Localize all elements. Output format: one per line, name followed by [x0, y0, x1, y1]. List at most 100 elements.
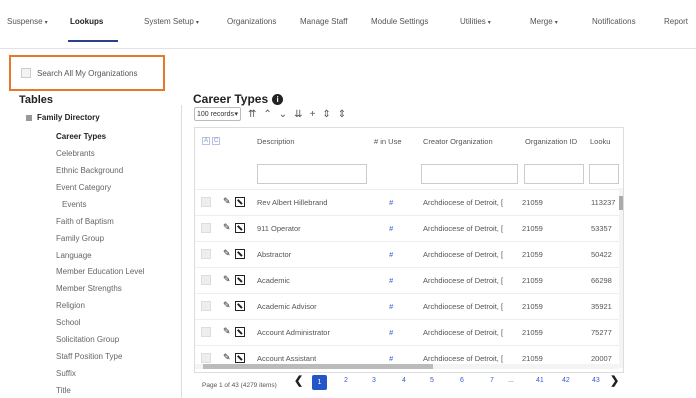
sidebar-item-member-education-level[interactable]: Member Education Level	[56, 267, 145, 276]
header-creator-org[interactable]: Creator Organization	[423, 137, 493, 146]
table-row[interactable]: ✎ Rev Albert Hillebrand # Archdiocese of…	[195, 189, 623, 215]
pencil-icon[interactable]: ✎	[223, 300, 231, 311]
scroll-thumb[interactable]	[203, 364, 433, 369]
header-lookup[interactable]: Looku	[590, 137, 610, 146]
pencil-icon[interactable]: ✎	[223, 326, 231, 337]
sidebar-item-events[interactable]: Events	[62, 200, 86, 209]
table-row[interactable]: ✎ 911 Operator # Archdiocese of Detroit,…	[195, 215, 623, 241]
delete-icon[interactable]	[235, 327, 245, 337]
table-row[interactable]: ✎ Abstractor # Archdiocese of Detroit, […	[195, 241, 623, 267]
sidebar-item-event-category[interactable]: Event Category	[56, 183, 111, 192]
nav-manage-staff[interactable]: Manage Staff	[300, 17, 347, 26]
page-5[interactable]: 5	[430, 377, 434, 384]
horizontal-scrollbar[interactable]	[195, 364, 619, 369]
sidebar-item-family-group[interactable]: Family Group	[56, 234, 104, 243]
header-in-use[interactable]: # in Use	[374, 137, 402, 146]
filter-lookup[interactable]	[589, 164, 619, 184]
header-description[interactable]: Description	[257, 137, 295, 146]
delete-icon[interactable]	[235, 249, 245, 259]
pager-summary: Page 1 of 43 (4279 items)	[202, 381, 277, 389]
sidebar-item-staff-position-type[interactable]: Staff Position Type	[56, 352, 122, 361]
grid-toolbar: 100 records ▾ ⇈ ⌃ ⌄ ⇊ + ⇕ ⇕	[194, 107, 346, 121]
filter-description[interactable]	[257, 164, 367, 184]
chevron-down-icon: ▾	[234, 111, 238, 118]
double-down-icon[interactable]: ⇊	[294, 109, 302, 120]
sidebar-item-title[interactable]: Title	[56, 386, 71, 395]
plus-icon[interactable]: +	[310, 109, 316, 120]
active-tab-indicator	[68, 40, 118, 42]
row-checkbox[interactable]	[201, 223, 211, 233]
delete-icon[interactable]	[235, 353, 245, 363]
delete-icon[interactable]	[235, 301, 245, 311]
search-all-orgs-toggle[interactable]: Search All My Organizations	[9, 55, 165, 91]
search-all-checkbox[interactable]	[21, 68, 31, 78]
row-checkbox[interactable]	[201, 275, 211, 285]
double-up-icon[interactable]: ⇈	[248, 109, 256, 120]
sort-icon[interactable]: ⇕	[322, 109, 330, 120]
sidebar-item-career-types[interactable]: Career Types	[56, 132, 106, 141]
page-7[interactable]: 7	[490, 377, 494, 384]
next-page-icon[interactable]: ❯	[610, 374, 619, 387]
nav-organizations[interactable]: Organizations	[227, 17, 276, 26]
page-42[interactable]: 42	[562, 377, 570, 384]
vertical-scrollbar[interactable]	[619, 188, 623, 368]
sidebar-item-celebrants[interactable]: Celebrants	[56, 149, 95, 158]
page-4[interactable]: 4	[402, 377, 406, 384]
scroll-thumb[interactable]	[619, 196, 623, 210]
table-row[interactable]: ✎ Academic # Archdiocese of Detroit, [ 2…	[195, 267, 623, 293]
table-row[interactable]: ✎ Account Administrator # Archdiocese of…	[195, 319, 623, 345]
nav-system-setup[interactable]: System Setup ▾	[144, 17, 199, 26]
sidebar-group-family-directory[interactable]: Family Directory	[26, 113, 100, 122]
prev-page-icon[interactable]: ❮	[294, 374, 303, 387]
delete-icon[interactable]	[235, 197, 245, 207]
collapse-icon[interactable]	[26, 114, 32, 121]
nav-merge[interactable]: Merge ▾	[530, 17, 558, 26]
down-icon[interactable]: ⌄	[279, 109, 287, 120]
sidebar-item-member-strengths[interactable]: Member Strengths	[56, 284, 122, 293]
pencil-icon[interactable]: ✎	[223, 248, 231, 259]
delete-icon[interactable]	[235, 275, 245, 285]
page-6[interactable]: 6	[460, 377, 464, 384]
filter-creator-org[interactable]	[421, 164, 518, 184]
pencil-icon[interactable]: ✎	[223, 196, 231, 207]
page-1[interactable]: 1	[312, 375, 327, 390]
row-checkbox[interactable]	[201, 353, 211, 363]
up-icon[interactable]: ⌃	[263, 109, 271, 120]
row-checkbox[interactable]	[201, 301, 211, 311]
sidebar-item-religion[interactable]: Religion	[56, 301, 85, 310]
sidebar-item-faith-of-baptism[interactable]: Faith of Baptism	[56, 217, 114, 226]
records-per-page-select[interactable]: 100 records ▾	[194, 107, 241, 121]
sidebar-item-ethnic-background[interactable]: Ethnic Background	[56, 166, 123, 175]
sidebar-item-language[interactable]: Language	[56, 251, 92, 260]
table-row[interactable]: ✎ Academic Advisor # Archdiocese of Detr…	[195, 293, 623, 319]
page-43[interactable]: 43	[592, 377, 600, 384]
column-toggle[interactable]: AC	[202, 137, 221, 145]
page-41[interactable]: 41	[536, 377, 544, 384]
pencil-icon[interactable]: ✎	[223, 274, 231, 285]
pencil-icon[interactable]: ✎	[223, 352, 231, 363]
page-title: Career Types i	[193, 92, 284, 106]
page-2[interactable]: 2	[344, 377, 348, 384]
sidebar-item-solicitation-group[interactable]: Solicitation Group	[56, 335, 119, 344]
header-org-id[interactable]: Organization ID	[525, 137, 577, 146]
nav-notifications[interactable]: Notifications	[592, 17, 636, 26]
row-checkbox[interactable]	[201, 197, 211, 207]
pencil-icon[interactable]: ✎	[223, 222, 231, 233]
nav-lookups[interactable]: Lookups	[70, 17, 103, 26]
nav-suspense[interactable]: Suspense ▾	[7, 17, 48, 26]
nav-module-settings[interactable]: Module Settings	[371, 17, 428, 26]
search-all-label: Search All My Organizations	[37, 68, 138, 78]
nav-utilities[interactable]: Utilities ▾	[460, 17, 491, 26]
sort-alt-icon[interactable]: ⇕	[338, 109, 346, 120]
row-checkbox[interactable]	[201, 249, 211, 259]
sidebar-item-suffix[interactable]: Suffix	[56, 369, 76, 378]
career-types-grid: AC Description # in Use Creator Organiza…	[194, 127, 624, 373]
nav-reports[interactable]: Report	[664, 17, 688, 26]
row-checkbox[interactable]	[201, 327, 211, 337]
info-icon[interactable]: i	[272, 93, 284, 105]
page-ellipsis: ...	[508, 377, 514, 384]
delete-icon[interactable]	[235, 223, 245, 233]
sidebar-item-school[interactable]: School	[56, 318, 80, 327]
page-3[interactable]: 3	[372, 377, 376, 384]
filter-org-id[interactable]	[524, 164, 584, 184]
